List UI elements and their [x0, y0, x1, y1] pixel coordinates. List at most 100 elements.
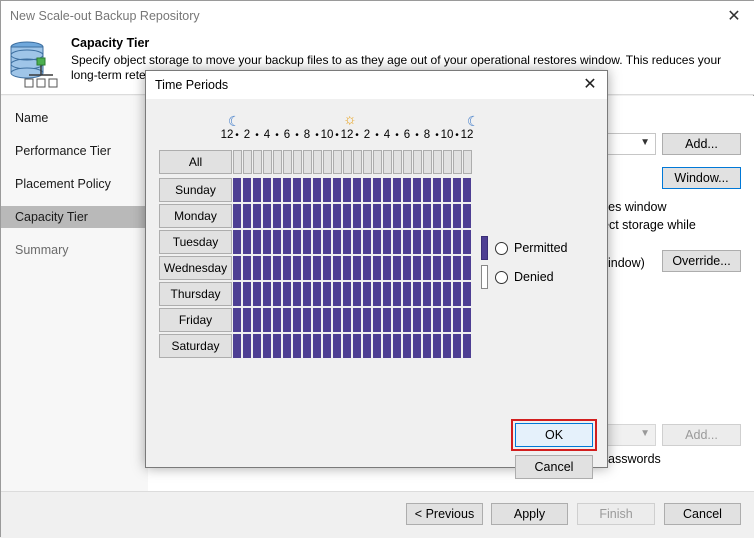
schedule-cell[interactable]: [383, 178, 391, 202]
schedule-cell[interactable]: [333, 204, 341, 228]
day-button-saturday[interactable]: Saturday: [159, 334, 232, 358]
nav-item-name[interactable]: Name: [1, 107, 148, 129]
schedule-cell[interactable]: [323, 178, 331, 202]
schedule-cell[interactable]: [273, 204, 281, 228]
schedule-cell[interactable]: [313, 204, 321, 228]
schedule-cell[interactable]: [243, 256, 251, 280]
schedule-cell[interactable]: [403, 178, 411, 202]
day-button-tuesday[interactable]: Tuesday: [159, 230, 232, 254]
schedule-cell[interactable]: [423, 256, 431, 280]
schedule-cell[interactable]: [283, 204, 291, 228]
schedule-cell[interactable]: [293, 334, 301, 358]
schedule-cell[interactable]: [393, 256, 401, 280]
schedule-cell[interactable]: [403, 230, 411, 254]
nav-item-placement-policy[interactable]: Placement Policy: [1, 173, 148, 195]
schedule-cell[interactable]: [313, 282, 321, 306]
schedule-cell[interactable]: [333, 230, 341, 254]
schedule-cell[interactable]: [433, 308, 441, 332]
day-button-thursday[interactable]: Thursday: [159, 282, 232, 306]
window-button[interactable]: Window...: [662, 167, 741, 189]
schedule-cell[interactable]: [283, 256, 291, 280]
schedule-cell[interactable]: [273, 282, 281, 306]
schedule-cell[interactable]: [273, 256, 281, 280]
schedule-cell[interactable]: [383, 230, 391, 254]
schedule-cell[interactable]: [343, 178, 351, 202]
schedule-cell[interactable]: [343, 230, 351, 254]
wizard-close-button[interactable]: ✕: [723, 6, 745, 28]
schedule-cell[interactable]: [463, 334, 471, 358]
schedule-cell[interactable]: [453, 282, 461, 306]
hour-column-button[interactable]: [343, 150, 352, 174]
schedule-cell[interactable]: [463, 230, 471, 254]
schedule-cell[interactable]: [253, 334, 261, 358]
schedule-cell[interactable]: [433, 334, 441, 358]
schedule-cell[interactable]: [283, 230, 291, 254]
hour-column-button[interactable]: [273, 150, 282, 174]
schedule-cell[interactable]: [253, 282, 261, 306]
schedule-cell[interactable]: [413, 256, 421, 280]
schedule-cell[interactable]: [443, 282, 451, 306]
schedule-cell[interactable]: [393, 334, 401, 358]
schedule-cell[interactable]: [293, 308, 301, 332]
schedule-cell[interactable]: [363, 204, 371, 228]
schedule-cell[interactable]: [443, 178, 451, 202]
schedule-cell[interactable]: [413, 282, 421, 306]
add-password-button[interactable]: Add...: [662, 424, 741, 446]
hour-column-button[interactable]: [453, 150, 462, 174]
schedule-cell[interactable]: [233, 230, 241, 254]
schedule-cell[interactable]: [293, 204, 301, 228]
schedule-cell[interactable]: [463, 204, 471, 228]
schedule-cell[interactable]: [253, 178, 261, 202]
hour-column-button[interactable]: [293, 150, 302, 174]
schedule-cell[interactable]: [403, 256, 411, 280]
hour-column-button[interactable]: [413, 150, 422, 174]
hour-column-button[interactable]: [433, 150, 442, 174]
schedule-cell[interactable]: [453, 334, 461, 358]
schedule-cell[interactable]: [393, 230, 401, 254]
schedule-cell[interactable]: [313, 256, 321, 280]
schedule-cell[interactable]: [283, 334, 291, 358]
schedule-cell[interactable]: [403, 282, 411, 306]
schedule-cell[interactable]: [303, 334, 311, 358]
hour-column-button[interactable]: [383, 150, 392, 174]
schedule-cell[interactable]: [323, 282, 331, 306]
denied-radio[interactable]: [495, 271, 508, 284]
schedule-cell[interactable]: [373, 308, 381, 332]
schedule-cell[interactable]: [263, 308, 271, 332]
schedule-cell[interactable]: [433, 204, 441, 228]
apply-button[interactable]: Apply: [491, 503, 568, 525]
schedule-cell[interactable]: [333, 178, 341, 202]
schedule-cell[interactable]: [423, 308, 431, 332]
schedule-cell[interactable]: [453, 256, 461, 280]
schedule-cell[interactable]: [243, 308, 251, 332]
schedule-cell[interactable]: [243, 334, 251, 358]
schedule-cell[interactable]: [453, 204, 461, 228]
schedule-cell[interactable]: [313, 334, 321, 358]
schedule-cell[interactable]: [253, 204, 261, 228]
schedule-cell[interactable]: [373, 334, 381, 358]
schedule-cell[interactable]: [233, 282, 241, 306]
schedule-cell[interactable]: [433, 256, 441, 280]
schedule-cell[interactable]: [403, 204, 411, 228]
hour-column-button[interactable]: [283, 150, 292, 174]
schedule-cell[interactable]: [383, 204, 391, 228]
schedule-cell[interactable]: [393, 204, 401, 228]
dialog-cancel-button[interactable]: Cancel: [515, 455, 593, 479]
schedule-cell[interactable]: [373, 230, 381, 254]
hour-column-button[interactable]: [443, 150, 452, 174]
schedule-cell[interactable]: [423, 230, 431, 254]
schedule-cell[interactable]: [293, 230, 301, 254]
schedule-cell[interactable]: [433, 282, 441, 306]
schedule-cell[interactable]: [233, 334, 241, 358]
hour-column-button[interactable]: [373, 150, 382, 174]
schedule-cell[interactable]: [363, 334, 371, 358]
schedule-cell[interactable]: [443, 308, 451, 332]
schedule-cell[interactable]: [303, 178, 311, 202]
schedule-cell[interactable]: [423, 334, 431, 358]
schedule-cell[interactable]: [323, 230, 331, 254]
schedule-cell[interactable]: [313, 308, 321, 332]
schedule-cell[interactable]: [323, 256, 331, 280]
hour-column-button[interactable]: [323, 150, 332, 174]
schedule-cell[interactable]: [303, 282, 311, 306]
schedule-cell[interactable]: [243, 178, 251, 202]
